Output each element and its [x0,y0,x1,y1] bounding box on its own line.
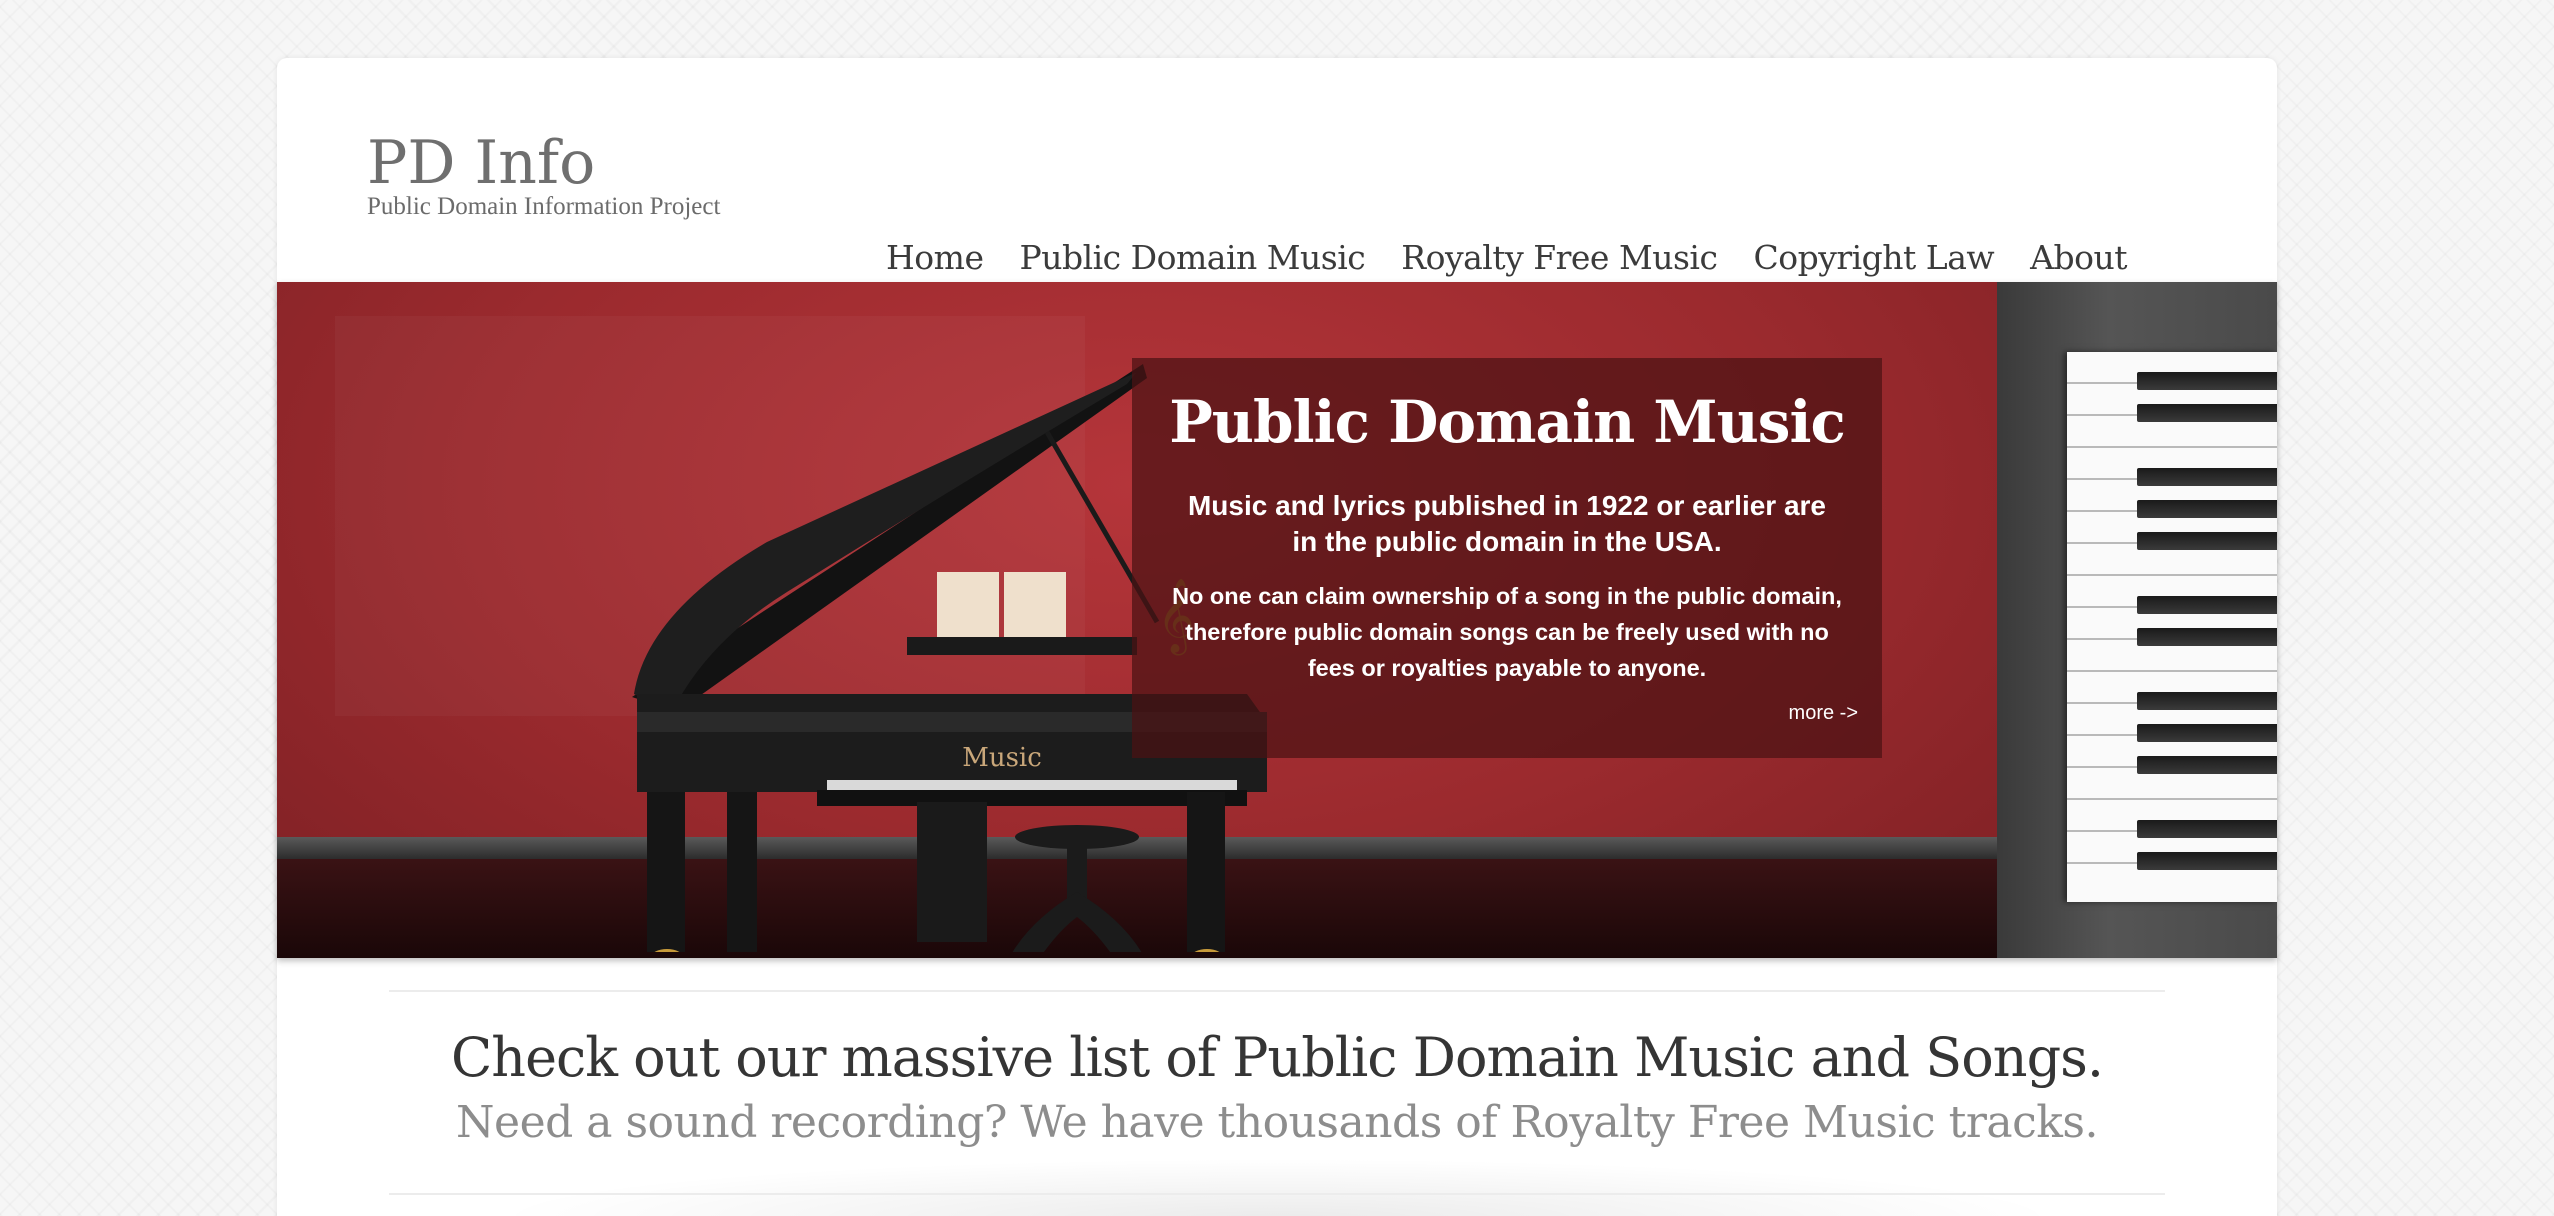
nav-item-copyright-law[interactable]: Copyright Law [1753,238,1994,277]
promo-headline[interactable]: Check out our massive list of Public Dom… [277,1023,2277,1093]
hero-more-link[interactable]: more -> [1789,702,1858,725]
hero-title: Public Domain Music [1169,388,1846,456]
site-title[interactable]: PD Info [367,133,720,193]
hero-lead-text: Music and lyrics published in 1922 or ea… [1187,490,1827,557]
promo-shadow [487,1158,2067,1216]
page-container: PD Info Public Domain Information Projec… [277,58,2277,1216]
site-logo[interactable]: PD Info Public Domain Information Projec… [367,133,720,221]
nav-item-public-domain-music[interactable]: Public Domain Music [1019,238,1365,277]
nav-item-royalty-free-music[interactable]: Royalty Free Music [1401,238,1718,277]
nav-item-about[interactable]: About [2030,238,2127,277]
promo-top-divider [389,990,2165,992]
piano-brand-label: Music [962,743,1042,773]
site-tagline: Public Domain Information Project [367,193,721,220]
hero-overlay-box: Public Domain Music Music and lyrics pub… [1132,358,1882,758]
promo-subheadline[interactable]: Need a sound recording? We have thousand… [277,1093,2277,1152]
hero-banner: 𝄞 Music [277,282,2277,958]
promo-band: Check out our massive list of Public Dom… [277,1023,2277,1153]
piano-keys-illustration [2067,352,2277,902]
promo-bottom-divider [389,1193,2165,1195]
hero-body-text: No one can claim ownership of a song in … [1172,583,1842,681]
main-nav: Home Public Domain Music Royalty Free Mu… [886,238,2127,277]
nav-item-home[interactable]: Home [886,238,984,277]
